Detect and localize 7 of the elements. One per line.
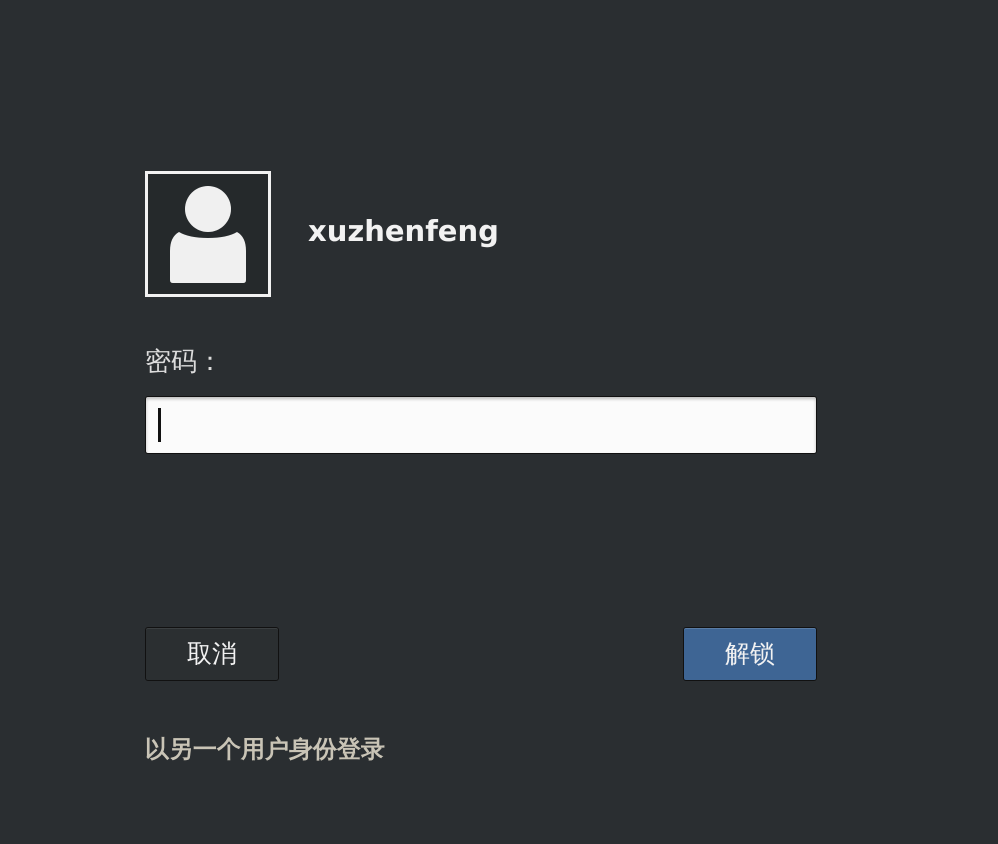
switch-user-link[interactable]: 以另一个用户身份登录 [145, 731, 385, 768]
cancel-button[interactable]: 取消 [145, 627, 279, 682]
user-silhouette-icon [169, 185, 247, 283]
unlock-button[interactable]: 解锁 [683, 627, 817, 682]
password-label: 密码： [145, 347, 224, 378]
username: xuzhenfeng [308, 212, 499, 250]
password-field[interactable] [145, 396, 817, 454]
